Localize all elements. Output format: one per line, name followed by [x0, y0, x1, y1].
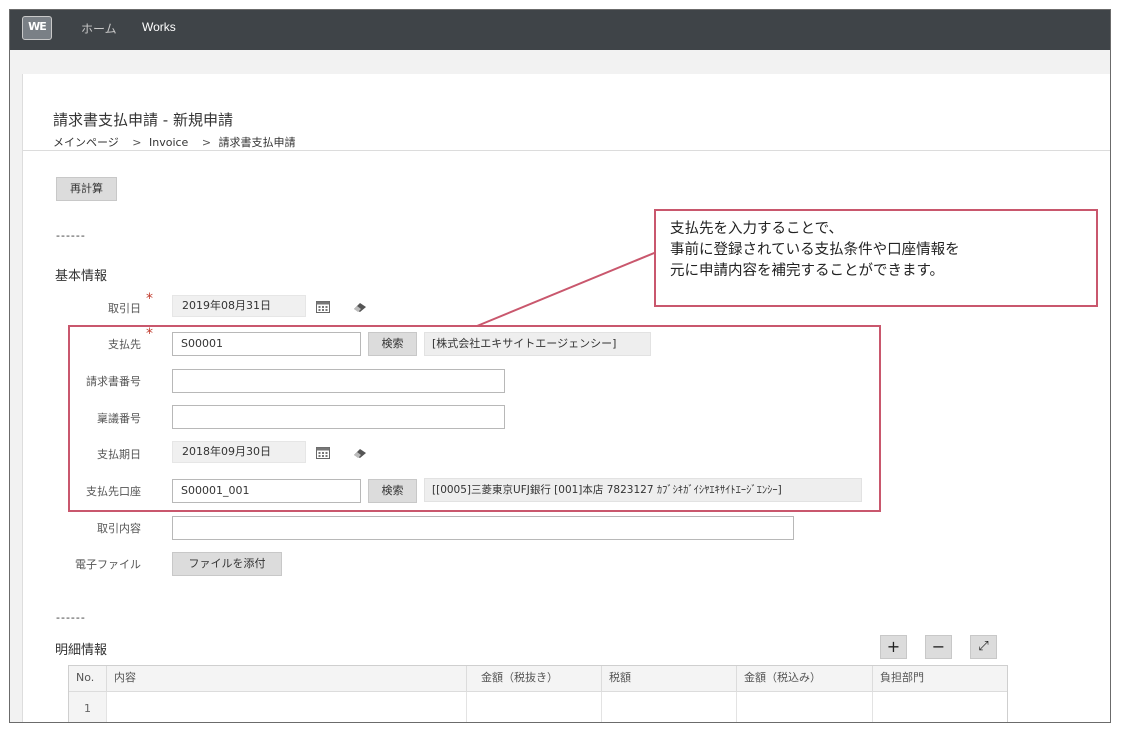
required-mark: * [146, 291, 153, 307]
recalculate-button[interactable]: 再計算 [56, 177, 117, 201]
attach-file-button[interactable]: ファイルを添付 [172, 552, 282, 576]
trade-content-label: 取引内容 [97, 522, 141, 535]
table-cell-content[interactable] [107, 692, 467, 722]
calendar-icon[interactable] [316, 446, 330, 459]
column-header-tax: 税額 [602, 666, 737, 692]
electronic-file-label: 電子ファイル [75, 558, 141, 571]
column-header-amount-incl: 金額（税込み） [737, 666, 873, 692]
top-nav: WE ホーム Works [10, 10, 1110, 50]
due-date-label: 支払期日 [97, 448, 141, 461]
nav-works-link[interactable]: Works [142, 20, 176, 34]
trade-date-label: 取引日 [108, 302, 141, 315]
payee-account-input[interactable]: S00001_001 [172, 479, 361, 503]
table-cell-tax[interactable] [602, 692, 737, 722]
column-header-amount-excl: 金額（税抜き） [467, 666, 602, 692]
annotation-callout: 支払先を入力することで、 事前に登録されている支払条件や口座情報を 元に申請内容… [654, 209, 1098, 307]
approval-number-input[interactable] [172, 405, 505, 429]
account-detail-display: [[0005]三菱東京UFJ銀行 [001]本店 7823127 ｶﾌﾞｼｷｶﾞ… [424, 478, 862, 502]
details-title: 明細情報 [55, 643, 108, 658]
breadcrumb-separator: > [132, 136, 142, 149]
breadcrumb-current: 請求書支払申請 [218, 136, 296, 149]
eraser-icon[interactable] [353, 447, 367, 459]
breadcrumb: メインページ > Invoice > 請求書支払申請 [53, 134, 300, 150]
payee-account-label: 支払先口座 [86, 485, 141, 498]
expand-icon[interactable]: ⤢ [970, 635, 997, 659]
page-title: 請求書支払申請 - 新規申請 [53, 111, 233, 129]
details-table: No. 内容 金額（税抜き） 税額 金額（税込み） 負担部門 1 [68, 665, 1008, 722]
eraser-icon[interactable] [353, 301, 367, 313]
add-row-button[interactable]: + [880, 635, 907, 659]
breadcrumb-main[interactable]: メインページ [53, 136, 119, 149]
breadcrumb-invoice[interactable]: Invoice [149, 136, 188, 149]
callout-line: 事前に登録されている支払条件や口座情報を [670, 242, 960, 258]
app-logo[interactable]: WE [22, 16, 52, 40]
header-divider [23, 150, 1110, 151]
column-header-department: 負担部門 [880, 671, 924, 684]
section-divider: ------ [56, 611, 86, 624]
table-header: No. 内容 金額（税抜き） 税額 金額（税込み） 負担部門 [69, 666, 1007, 692]
column-header-no: No. [69, 666, 107, 692]
approval-number-label: 稟議番号 [97, 412, 141, 425]
section-divider: ------ [56, 229, 86, 242]
table-cell-department[interactable] [873, 692, 1007, 722]
table-cell-amount-incl[interactable] [737, 692, 873, 722]
table-row-number: 1 [69, 692, 107, 722]
payee-input[interactable]: S00001 [172, 332, 361, 356]
basic-info-title: 基本情報 [55, 269, 108, 284]
required-mark: * [146, 326, 153, 342]
main-card: 請求書支払申請 - 新規申請 メインページ > Invoice > 請求書支払申… [22, 74, 1110, 722]
invoice-number-input[interactable] [172, 369, 505, 393]
due-date-field[interactable]: 2018年09月30日 [172, 441, 306, 463]
trade-date-field[interactable]: 2019年08月31日 [172, 295, 306, 317]
account-search-button[interactable]: 検索 [368, 479, 417, 503]
callout-line: 元に申請内容を補完することができます。 [670, 263, 945, 279]
callout-line: 支払先を入力することで、 [670, 221, 843, 237]
payee-search-button[interactable]: 検索 [368, 332, 417, 356]
trade-content-input[interactable] [172, 516, 794, 540]
payee-label: 支払先 [108, 338, 141, 351]
logo-text: WE [28, 20, 47, 33]
payee-name-display: [株式会社エキサイトエージェンシー] [424, 332, 651, 356]
column-header-content: 内容 [107, 666, 467, 692]
app-window: WE ホーム Works 請求書支払申請 - 新規申請 メインページ > Inv… [9, 9, 1111, 723]
breadcrumb-separator: > [201, 136, 212, 149]
nav-home-link[interactable]: ホーム [81, 20, 117, 37]
remove-row-button[interactable]: − [925, 635, 952, 659]
calendar-icon[interactable] [316, 300, 330, 313]
invoice-number-label: 請求書番号 [86, 375, 141, 388]
table-cell-amount-excl[interactable] [467, 692, 602, 722]
